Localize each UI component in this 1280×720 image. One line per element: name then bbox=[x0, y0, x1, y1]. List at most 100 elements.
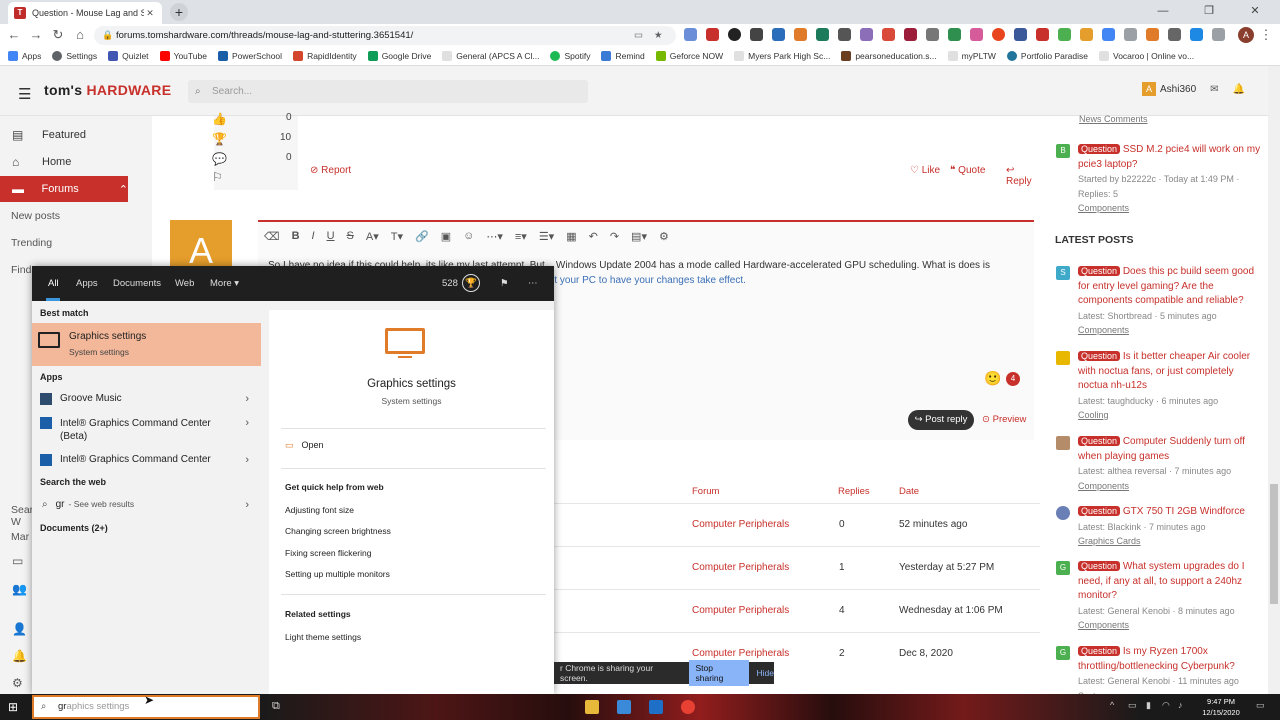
maximize-button[interactable]: ❐ bbox=[1186, 0, 1232, 22]
help-link[interactable]: Changing screen brightness bbox=[285, 526, 391, 536]
settings-gear-icon[interactable]: ⚙ bbox=[12, 676, 23, 690]
site-search-input[interactable]: ⌕ Search... bbox=[188, 80, 588, 103]
app-intel-gcc-beta[interactable]: Intel® Graphics Command Center (Beta) › bbox=[32, 417, 261, 443]
editor-settings-icon[interactable]: ⚙ bbox=[659, 230, 669, 243]
nav-mark-read[interactable]: Mar bbox=[11, 531, 29, 543]
help-link[interactable]: Adjusting font size bbox=[285, 505, 354, 515]
bookmark-apps[interactable]: Apps bbox=[8, 50, 41, 61]
chevron-right-icon[interactable]: › bbox=[245, 417, 249, 429]
col-header-replies[interactable]: Replies bbox=[838, 486, 870, 497]
home-icon[interactable]: ⌂ bbox=[72, 27, 88, 43]
volume-icon[interactable]: ♪ bbox=[1178, 700, 1183, 710]
extension-icon[interactable] bbox=[750, 28, 763, 41]
table-row[interactable]: Computer Peripherals 1 Yesterday at 5:27 P… bbox=[552, 546, 1040, 589]
stop-sharing-button[interactable]: Stop sharing bbox=[689, 660, 749, 686]
list-item[interactable]: S Question Does this pc build seem good … bbox=[1054, 264, 1264, 338]
text-size-icon[interactable]: A▾ bbox=[366, 230, 379, 243]
user-menu[interactable]: A Ashi360 ✉ 🔔 bbox=[1142, 82, 1245, 96]
list-item[interactable]: Question Is it better cheaper Air cooler… bbox=[1054, 349, 1264, 423]
post-reply-button[interactable]: ↪ Post reply bbox=[908, 410, 974, 430]
bookmark-spotify[interactable]: Spotify bbox=[550, 50, 590, 61]
undo-icon[interactable]: ↶ bbox=[589, 230, 598, 243]
documents-label[interactable]: Documents (2+) bbox=[40, 523, 108, 533]
nav-search-forums[interactable]: Sear bbox=[11, 504, 33, 516]
browser-tab[interactable]: T Question - Mouse Lag and Stutte ✕ bbox=[8, 2, 162, 24]
notification-center-icon[interactable]: ▭ bbox=[1256, 700, 1265, 711]
scrollbar-thumb[interactable] bbox=[1270, 484, 1278, 604]
extension-icon[interactable] bbox=[970, 28, 983, 41]
forward-icon[interactable]: → bbox=[28, 27, 44, 43]
italic-icon[interactable]: I bbox=[312, 230, 315, 242]
extension-icon[interactable] bbox=[948, 28, 961, 41]
feedback-icon[interactable]: ⚑ bbox=[500, 278, 509, 289]
close-tab-icon[interactable]: ✕ bbox=[144, 8, 156, 19]
profile-avatar[interactable]: A bbox=[1238, 27, 1254, 43]
preview-button[interactable]: ⊙ Preview bbox=[982, 414, 1026, 425]
bookmark-settings[interactable]: Settings bbox=[52, 50, 97, 61]
site-logo[interactable]: tom's HARDWARE bbox=[44, 82, 171, 98]
trophy-icon[interactable]: 🏆 bbox=[462, 274, 480, 292]
image-icon[interactable]: ▣ bbox=[441, 230, 451, 243]
extension-icon[interactable] bbox=[706, 28, 719, 41]
extension-icon[interactable] bbox=[772, 28, 785, 41]
related-setting-link[interactable]: Light theme settings bbox=[285, 632, 361, 642]
tab-all[interactable]: All bbox=[48, 278, 59, 289]
extension-icon[interactable] bbox=[816, 28, 829, 41]
bookmark-remind[interactable]: Remind bbox=[601, 50, 645, 61]
bookmark-general[interactable]: General (APCS A Cl... bbox=[442, 50, 539, 61]
extension-icon[interactable] bbox=[838, 28, 851, 41]
battery-icon[interactable]: ▮ bbox=[1146, 700, 1151, 711]
extension-icon[interactable] bbox=[1080, 28, 1093, 41]
chevron-right-icon[interactable]: › bbox=[245, 454, 249, 466]
nav-forums[interactable]: ▬ Forums ⌃ bbox=[0, 176, 128, 202]
chevron-right-icon[interactable]: › bbox=[245, 393, 249, 405]
list-item[interactable]: Question GTX 750 TI 2GB Windforce Latest:… bbox=[1054, 504, 1264, 549]
app-groove-music[interactable]: Groove Music › bbox=[32, 393, 261, 405]
nav-new-posts[interactable]: New posts bbox=[11, 210, 60, 222]
bookmark-portfolio-paradise[interactable]: Portfolio Paradise bbox=[1006, 50, 1088, 61]
extension-icon[interactable] bbox=[1212, 28, 1225, 41]
bookmark-myers-park[interactable]: Myers Park High Sc... bbox=[734, 50, 830, 61]
help-link[interactable]: Setting up multiple monitors bbox=[285, 569, 390, 579]
nav-trending[interactable]: Trending bbox=[11, 237, 52, 249]
app-intel-gcc[interactable]: Intel® Graphics Command Center › bbox=[32, 454, 261, 466]
reply-button[interactable]: ↩ Reply bbox=[1006, 165, 1040, 187]
extension-icon[interactable] bbox=[1168, 28, 1181, 41]
emoji-icon[interactable]: ☺ bbox=[463, 230, 474, 242]
bookmark-star-icon[interactable]: ★ bbox=[654, 26, 663, 45]
page-scrollbar[interactable] bbox=[1268, 66, 1280, 694]
extension-icon[interactable] bbox=[728, 28, 741, 41]
table-row[interactable]: Computer Peripherals 4 Wednesday at 1:06 P… bbox=[552, 589, 1040, 632]
nav-featured[interactable]: ▤ Featured bbox=[0, 122, 128, 148]
nav-home[interactable]: ⌂ Home bbox=[0, 149, 128, 175]
hamburger-menu-icon[interactable]: ☰ bbox=[18, 85, 31, 103]
extension-icon[interactable] bbox=[1190, 28, 1203, 41]
extension-icon[interactable] bbox=[1124, 28, 1137, 41]
strikethrough-icon[interactable]: S bbox=[347, 230, 354, 242]
tab-more[interactable]: More ▾ bbox=[210, 278, 239, 289]
open-action[interactable]: ▭ Open bbox=[285, 440, 324, 451]
more-options-icon[interactable]: ⋯ bbox=[528, 278, 538, 289]
help-link[interactable]: Fixing screen flickering bbox=[285, 548, 371, 558]
list-icon[interactable]: ☰▾ bbox=[539, 230, 554, 243]
extension-icon[interactable] bbox=[904, 28, 917, 41]
taskbar-clock[interactable]: 9:47 PM 12/15/2020 bbox=[1196, 696, 1246, 718]
nav-watched[interactable]: W bbox=[11, 516, 21, 528]
extension-icon[interactable] bbox=[860, 28, 873, 41]
cast-icon[interactable]: ▭ bbox=[634, 26, 643, 45]
minimize-button[interactable]: — bbox=[1140, 0, 1186, 22]
network-icon[interactable]: ▭ bbox=[1128, 700, 1137, 711]
quote-button[interactable]: ❝ Quote bbox=[950, 165, 985, 176]
extension-icon[interactable] bbox=[992, 28, 1005, 41]
address-bar[interactable]: 🔒 forums.tomshardware.com/threads/mouse-… bbox=[94, 26, 676, 45]
extension-icon[interactable] bbox=[1036, 28, 1049, 41]
extension-icon[interactable] bbox=[1058, 28, 1071, 41]
windows-start-icon[interactable]: ⊞ bbox=[8, 700, 22, 714]
extension-icon[interactable] bbox=[882, 28, 895, 41]
table-icon[interactable]: ▦ bbox=[566, 230, 576, 243]
bookmark-vocaroo[interactable]: Vocaroo | Online vo... bbox=[1099, 50, 1194, 61]
task-view-icon[interactable]: ⧉ bbox=[272, 700, 286, 714]
redo-icon[interactable]: ↷ bbox=[610, 230, 619, 243]
extension-icon[interactable] bbox=[1102, 28, 1115, 41]
members-icon[interactable]: 👥 bbox=[12, 582, 27, 596]
